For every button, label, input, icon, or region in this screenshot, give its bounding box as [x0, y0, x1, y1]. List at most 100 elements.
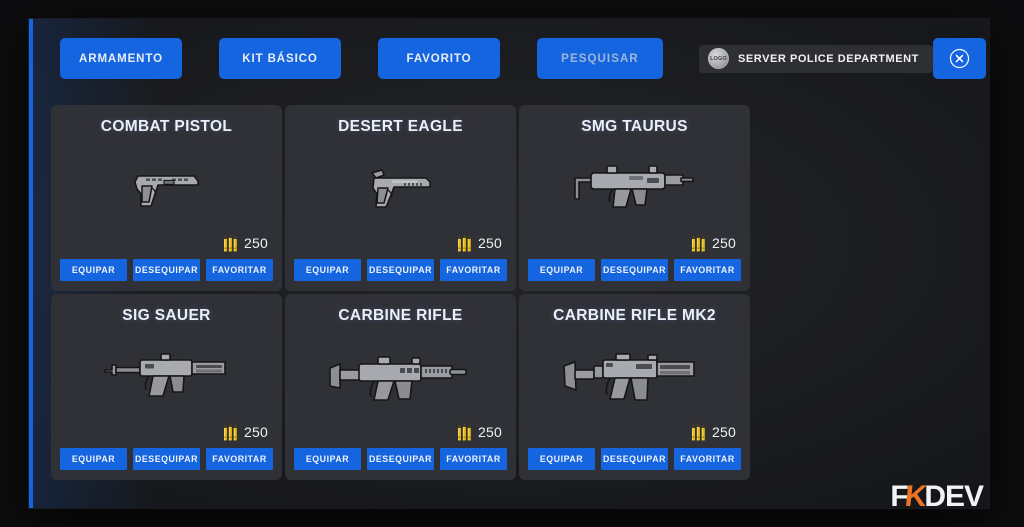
ammo-bullets-icon: [224, 422, 237, 441]
favorite-button-label: FAVORITAR: [680, 454, 735, 464]
unequip-button[interactable]: DESEQUIPAR: [133, 448, 200, 470]
equip-button-label: EQUIPAR: [305, 454, 350, 464]
card-actions: EQUIPAR DESEQUIPAR FAVORITAR: [519, 448, 750, 480]
weapon-art: [519, 325, 750, 422]
favorite-button-label: FAVORITAR: [446, 454, 501, 464]
search-button[interactable]: PESQUISAR: [537, 38, 663, 79]
watermark-part2: K: [902, 480, 928, 508]
tab-kit-basico[interactable]: KIT BÁSICO: [219, 38, 341, 79]
favorite-button[interactable]: FAVORITAR: [674, 448, 741, 470]
weapon-art: [51, 136, 282, 233]
weapon-card: SIG SAUER 250 EQUIPAR DESEQUIPAR FAVORIT…: [51, 294, 282, 480]
ammo-bullets-icon: [224, 233, 237, 252]
toolbar: ARMAMENTO KIT BÁSICO FAVORITO PESQUISAR …: [33, 19, 989, 98]
server-logo-icon: LOGO: [708, 48, 729, 69]
weapon-art-carbine-rifle: [328, 355, 467, 401]
equip-button[interactable]: EQUIPAR: [528, 259, 595, 281]
favorite-button[interactable]: FAVORITAR: [440, 448, 507, 470]
unequip-button[interactable]: DESEQUIPAR: [133, 259, 200, 281]
card-actions: EQUIPAR DESEQUIPAR FAVORITAR: [285, 259, 516, 291]
ammo-row: 250: [285, 233, 516, 259]
weapon-shop-window: ARMAMENTO KIT BÁSICO FAVORITO PESQUISAR …: [29, 19, 989, 508]
unequip-button[interactable]: DESEQUIPAR: [367, 448, 434, 470]
tab-kit-basico-label: KIT BÁSICO: [242, 52, 318, 65]
weapon-card: CARBINE RIFLE 250 EQUIPAR DESEQUIPAR FAV…: [285, 294, 516, 480]
close-button[interactable]: [932, 38, 986, 79]
ammo-count: 250: [244, 424, 268, 440]
ammo-row: 250: [51, 233, 282, 259]
equip-button-label: EQUIPAR: [71, 454, 116, 464]
weapon-art-desert-eagle: [370, 168, 431, 208]
unequip-button[interactable]: DESEQUIPAR: [601, 259, 668, 281]
weapon-card-title: SMG TAURUS: [581, 118, 688, 135]
tab-favorito[interactable]: FAVORITO: [378, 38, 500, 79]
unequip-button-label: DESEQUIPAR: [368, 454, 432, 464]
ammo-row: 250: [51, 422, 282, 448]
close-circle-icon: [949, 48, 969, 69]
unequip-button-label: DESEQUIPAR: [368, 265, 432, 275]
card-actions: EQUIPAR DESEQUIPAR FAVORITAR: [51, 448, 282, 480]
server-badge: LOGO SERVER POLICE DEPARTMENT: [699, 44, 933, 73]
equip-button[interactable]: EQUIPAR: [60, 259, 127, 281]
favorite-button[interactable]: FAVORITAR: [206, 259, 273, 281]
ammo-row: 250: [519, 422, 750, 448]
unequip-button[interactable]: DESEQUIPAR: [367, 259, 434, 281]
weapon-card-grid: COMBAT PISTOL 250 EQUIPAR DESEQUIPAR FAV…: [51, 105, 971, 480]
weapon-card-title: COMBAT PISTOL: [100, 118, 233, 135]
weapon-art: [51, 325, 282, 422]
favorite-button-label: FAVORITAR: [446, 265, 501, 275]
card-actions: EQUIPAR DESEQUIPAR FAVORITAR: [285, 448, 516, 480]
weapon-art-pistol: [133, 174, 199, 207]
favorite-button[interactable]: FAVORITAR: [440, 259, 507, 281]
favorite-button[interactable]: FAVORITAR: [674, 259, 741, 281]
weapon-card: CARBINE RIFLE MK2 250 EQUIPAR DESEQUIPAR…: [519, 294, 750, 480]
ammo-count: 250: [712, 424, 736, 440]
tab-favorito-label: FAVORITO: [406, 52, 472, 65]
equip-button[interactable]: EQUIPAR: [294, 259, 361, 281]
tab-armamento[interactable]: ARMAMENTO: [60, 38, 182, 79]
ammo-bullets-icon: [458, 422, 471, 441]
unequip-button[interactable]: DESEQUIPAR: [601, 448, 668, 470]
ammo-count: 250: [244, 235, 268, 251]
favorite-button-label: FAVORITAR: [680, 265, 735, 275]
weapon-art: [285, 325, 516, 422]
server-name-label: SERVER POLICE DEPARTMENT: [738, 52, 919, 65]
ammo-row: 250: [285, 422, 516, 448]
ammo-count: 250: [478, 424, 502, 440]
unequip-button-label: DESEQUIPAR: [602, 454, 666, 464]
weapon-card-title: SIG SAUER: [122, 307, 211, 324]
search-button-label: PESQUISAR: [561, 52, 639, 65]
weapon-art: [519, 136, 750, 233]
ammo-count: 250: [478, 235, 502, 251]
favorite-button-label: FAVORITAR: [212, 454, 267, 464]
weapon-art-smg: [573, 164, 694, 208]
watermark-part3: DEV: [924, 480, 984, 509]
equip-button-label: EQUIPAR: [71, 265, 116, 275]
weapon-card: SMG TAURUS 250 EQUIPAR DESEQUIPAR FAVORI…: [519, 105, 750, 291]
server-logo-text: LOGO: [710, 55, 727, 62]
ammo-bullets-icon: [692, 233, 705, 252]
equip-button-label: EQUIPAR: [305, 265, 350, 275]
ammo-row: 250: [519, 233, 750, 259]
tab-armamento-label: ARMAMENTO: [79, 52, 163, 65]
weapon-card: DESERT EAGLE 250 EQUIPAR DESEQUIPAR FAVO…: [285, 105, 516, 291]
weapon-art: [285, 136, 516, 233]
weapon-card-title: DESERT EAGLE: [338, 118, 463, 135]
favorite-button-label: FAVORITAR: [212, 265, 267, 275]
unequip-button-label: DESEQUIPAR: [134, 265, 198, 275]
watermark-logo: F K DEV: [890, 480, 984, 509]
equip-button[interactable]: EQUIPAR: [294, 448, 361, 470]
equip-button[interactable]: EQUIPAR: [60, 448, 127, 470]
unequip-button-label: DESEQUIPAR: [134, 454, 198, 464]
equip-button[interactable]: EQUIPAR: [528, 448, 595, 470]
weapon-art-carbine-rifle-mk2: [562, 352, 695, 401]
ammo-count: 250: [712, 235, 736, 251]
weapon-card-title: CARBINE RIFLE: [338, 307, 463, 324]
favorite-button[interactable]: FAVORITAR: [206, 448, 273, 470]
card-actions: EQUIPAR DESEQUIPAR FAVORITAR: [519, 259, 750, 291]
equip-button-label: EQUIPAR: [539, 454, 584, 464]
weapon-art-sig-sauer: [103, 352, 226, 397]
equip-button-label: EQUIPAR: [539, 265, 584, 275]
ammo-bullets-icon: [692, 422, 705, 441]
card-actions: EQUIPAR DESEQUIPAR FAVORITAR: [51, 259, 282, 291]
